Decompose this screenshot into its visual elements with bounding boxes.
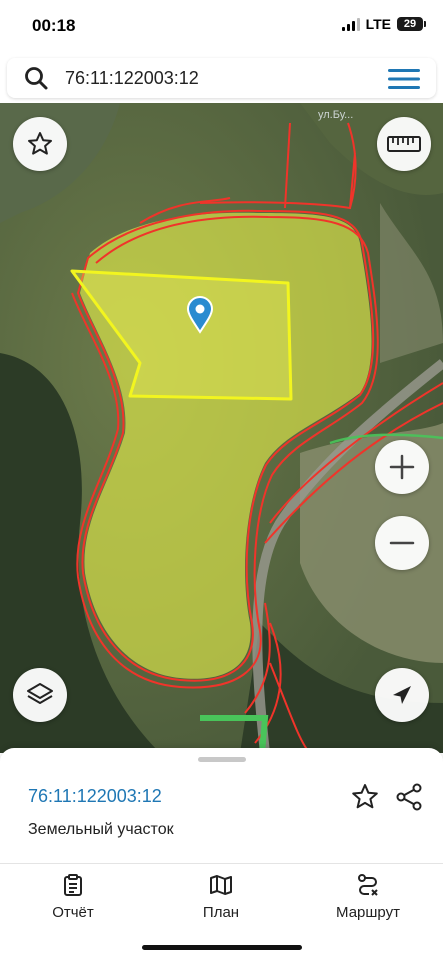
- tab-report-label: Отчёт: [52, 904, 94, 921]
- search-icon[interactable]: [23, 65, 49, 91]
- route-icon: [358, 874, 378, 896]
- parcel-type: Земельный участок: [28, 821, 174, 838]
- ruler-icon: [387, 136, 421, 152]
- favorite-map-button[interactable]: [13, 117, 67, 171]
- layers-icon: [27, 683, 53, 704]
- star-icon[interactable]: [350, 782, 380, 812]
- zoom-in-button[interactable]: [375, 440, 429, 494]
- minus-icon: [389, 541, 415, 545]
- navigation-arrow-icon: [393, 686, 411, 704]
- location-pin-icon[interactable]: [186, 296, 214, 334]
- status-bar: 00:18 LTE 29: [0, 0, 443, 52]
- signal-icon: [341, 17, 360, 31]
- street-label: ул.Бу...: [318, 109, 354, 121]
- star-icon: [28, 132, 52, 155]
- search-bar: [7, 58, 436, 98]
- report-icon: [64, 874, 82, 896]
- parcel-id[interactable]: 76:11:122003:12: [28, 786, 162, 807]
- tab-plan[interactable]: План: [166, 874, 276, 921]
- plus-icon: [389, 454, 415, 480]
- status-indicators: LTE 29: [341, 16, 426, 32]
- network-label: LTE: [365, 16, 391, 32]
- tab-route-label: Маршрут: [336, 904, 400, 921]
- satellite-imagery: [0, 103, 443, 753]
- tab-route[interactable]: Маршрут: [313, 874, 423, 921]
- divider: [0, 863, 443, 864]
- map-view[interactable]: ул.Бу...: [0, 103, 443, 753]
- my-location-button[interactable]: [375, 668, 429, 722]
- status-time: 00:18: [32, 16, 76, 35]
- ruler-button[interactable]: [377, 117, 431, 171]
- map-plan-icon: [210, 875, 232, 895]
- battery-icon: 29: [397, 17, 426, 31]
- home-indicator[interactable]: [142, 945, 302, 950]
- search-input[interactable]: [65, 66, 365, 90]
- sheet-handle[interactable]: [198, 757, 246, 762]
- tab-plan-label: План: [202, 904, 240, 921]
- menu-icon[interactable]: [388, 68, 420, 90]
- layers-button[interactable]: [13, 668, 67, 722]
- parcel-info-sheet: 76:11:122003:12 Земельный участок Отчёт …: [0, 748, 443, 960]
- tab-report[interactable]: Отчёт: [18, 874, 128, 921]
- zoom-out-button[interactable]: [375, 516, 429, 570]
- share-icon[interactable]: [394, 782, 424, 812]
